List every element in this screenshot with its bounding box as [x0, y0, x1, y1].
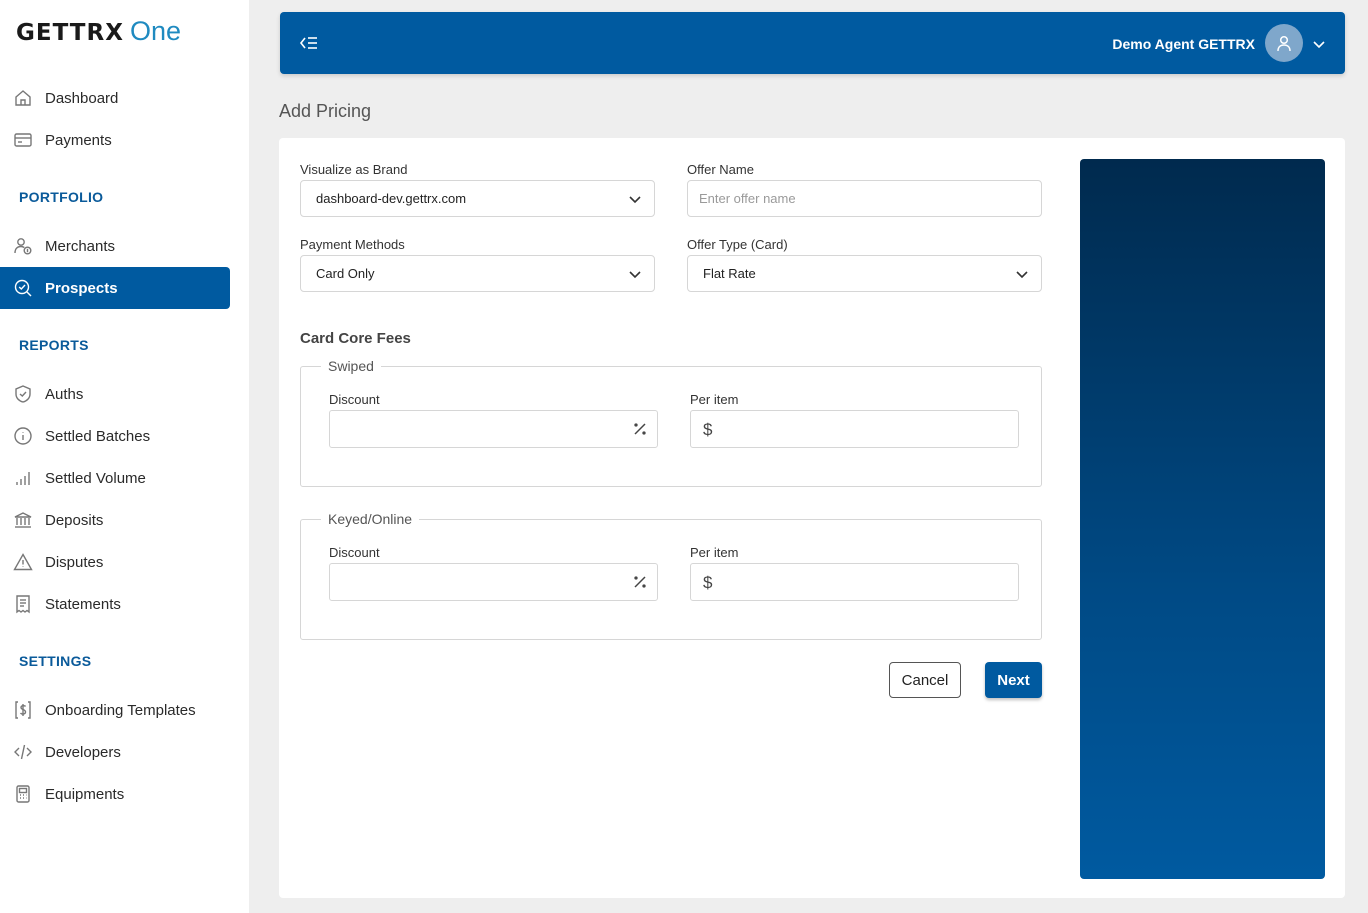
sidebar-item-settled-batches[interactable]: Settled Batches	[0, 415, 230, 457]
keyed-per-item-label: Per item	[690, 545, 739, 560]
terminal-icon	[12, 783, 34, 805]
keyed-per-item-input[interactable]: $	[690, 563, 1019, 601]
sidebar-item-settled-volume[interactable]: Settled Volume	[0, 457, 230, 499]
offer-type-select[interactable]: Flat Rate	[687, 255, 1042, 292]
sidebar-item-dashboard[interactable]: Dashboard	[0, 77, 230, 119]
sidebar-item-payments[interactable]: Payments	[0, 119, 230, 161]
percent-icon	[633, 422, 647, 436]
card-core-fees-title: Card Core Fees	[300, 330, 411, 347]
brand-select-value: dashboard-dev.gettrx.com	[316, 191, 467, 206]
offer-type-label: Offer Type (Card)	[687, 237, 788, 252]
sidebar-item-merchants[interactable]: Merchants	[0, 225, 230, 267]
dollar-document-icon	[12, 699, 34, 721]
brand-select[interactable]: dashboard-dev.gettrx.com	[300, 180, 655, 217]
pricing-form-card: Visualize as Brand dashboard-dev.gettrx.…	[279, 138, 1345, 898]
payment-methods-select[interactable]: Card Only	[300, 255, 655, 292]
swiped-fieldset: Swiped Discount Per item $	[300, 358, 1042, 487]
swiped-per-item-input[interactable]: $	[690, 410, 1019, 448]
sidebar-item-developers[interactable]: Developers	[0, 731, 230, 773]
payment-methods-value: Card Only	[316, 266, 375, 281]
sidebar-item-label: Payments	[45, 131, 112, 149]
chevron-down-icon	[628, 192, 642, 206]
swiped-legend: Swiped	[321, 358, 381, 374]
brand-logo[interactable]: GETTRX One	[16, 16, 181, 50]
chevron-down-icon	[628, 267, 642, 281]
sidebar-item-label: Developers	[45, 743, 121, 761]
page-title: Add Pricing	[279, 101, 372, 121]
bar-signal-icon	[12, 467, 34, 489]
sidebar-item-label: Equipments	[45, 785, 125, 803]
sidebar-item-auths[interactable]: Auths	[0, 373, 230, 415]
dollar-icon: $	[703, 420, 713, 439]
chevron-down-icon[interactable]	[1311, 36, 1327, 52]
keyed-discount-label: Discount	[329, 545, 380, 560]
sidebar-item-label: Onboarding Templates	[45, 701, 196, 719]
receipt-icon	[12, 593, 34, 615]
sidebar-item-onboarding-templates[interactable]: Onboarding Templates	[0, 689, 230, 731]
sidebar-item-label: Deposits	[45, 511, 104, 529]
section-title-portfolio: PORTFOLIO	[19, 189, 104, 205]
percent-icon	[633, 575, 647, 589]
sidebar-item-label: Settled Batches	[45, 427, 151, 445]
brand-name: GETTRX	[16, 20, 124, 46]
warning-icon	[12, 551, 34, 573]
sidebar-item-label: Disputes	[45, 553, 104, 571]
brand-preview-panel	[1080, 159, 1325, 879]
keyed-online-legend: Keyed/Online	[321, 511, 420, 527]
cancel-button[interactable]: Cancel	[889, 662, 961, 698]
top-bar: Demo Agent GETTRX	[280, 12, 1345, 74]
sidebar-item-deposits[interactable]: Deposits	[0, 499, 230, 541]
section-title-reports: REPORTS	[19, 337, 89, 353]
brand-label: Visualize as Brand	[300, 162, 408, 177]
sidebar-item-label: Prospects	[45, 279, 118, 297]
swiped-discount-input[interactable]	[329, 410, 658, 448]
swiped-per-item-label: Per item	[690, 392, 739, 407]
bank-icon	[12, 509, 34, 531]
info-circle-icon	[12, 425, 34, 447]
sidebar-item-label: Merchants	[45, 237, 116, 255]
prospects-search-icon	[12, 277, 34, 299]
user-icon	[1277, 35, 1291, 52]
offer-name-label: Offer Name	[687, 162, 754, 177]
sidebar-item-label: Dashboard	[45, 89, 119, 107]
keyed-online-fieldset: Keyed/Online Discount Per item $	[300, 511, 1042, 640]
dollar-icon: $	[703, 573, 713, 592]
code-icon	[12, 741, 34, 763]
shield-check-icon	[12, 383, 34, 405]
offer-name-input[interactable]: Enter offer name	[687, 180, 1042, 217]
sidebar-item-disputes[interactable]: Disputes	[0, 541, 230, 583]
section-title-settings: SETTINGS	[19, 653, 92, 669]
home-icon	[12, 87, 34, 109]
sidebar-item-label: Auths	[45, 385, 84, 403]
offer-name-placeholder: Enter offer name	[699, 191, 796, 206]
chevron-down-icon	[1015, 267, 1029, 281]
next-button[interactable]: Next	[985, 662, 1042, 698]
sidebar: GETTRX One Dashboard Payments PORTFOLIO …	[0, 0, 249, 913]
sidebar-item-label: Statements	[45, 595, 121, 613]
merchants-icon	[12, 235, 34, 257]
sidebar-item-statements[interactable]: Statements	[0, 583, 230, 625]
collapse-menu-icon[interactable]	[298, 32, 320, 54]
swiped-discount-label: Discount	[329, 392, 380, 407]
avatar[interactable]	[1265, 24, 1303, 62]
offer-type-value: Flat Rate	[703, 266, 756, 281]
payment-methods-label: Payment Methods	[300, 237, 405, 252]
brand-suffix: One	[129, 16, 181, 46]
keyed-discount-input[interactable]	[329, 563, 658, 601]
card-icon	[12, 129, 34, 151]
user-name[interactable]: Demo Agent GETTRX	[1112, 36, 1255, 52]
sidebar-item-prospects[interactable]: Prospects	[0, 267, 230, 309]
sidebar-item-equipments[interactable]: Equipments	[0, 773, 230, 815]
sidebar-item-label: Settled Volume	[45, 469, 146, 487]
